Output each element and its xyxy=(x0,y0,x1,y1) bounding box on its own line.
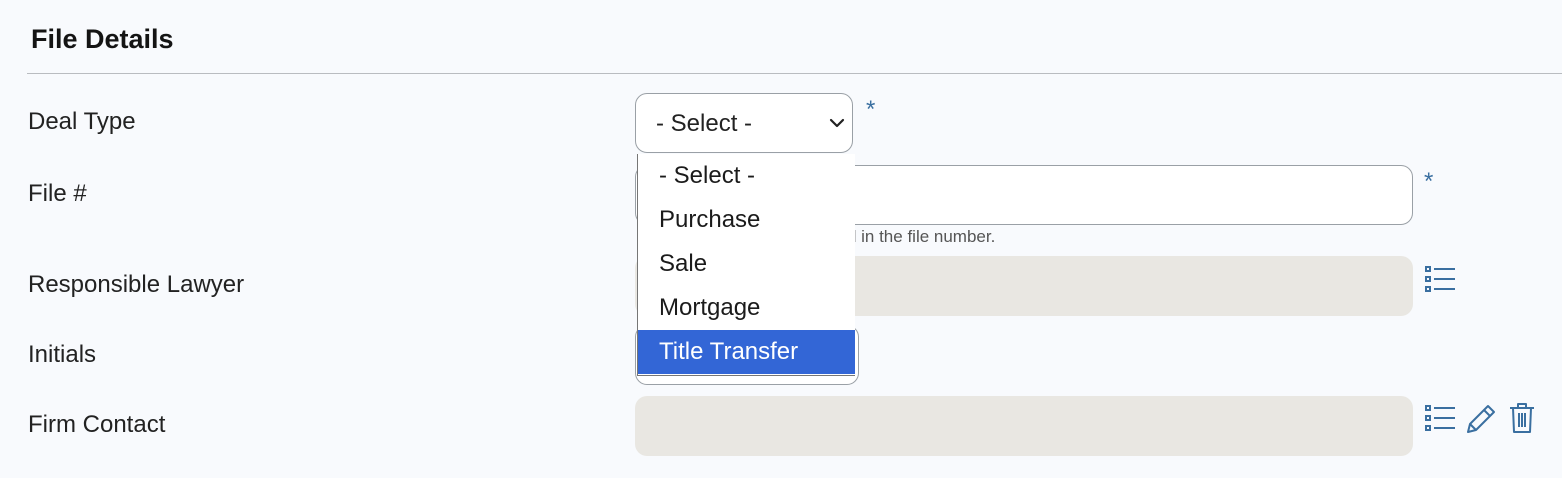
list-icon[interactable] xyxy=(1424,404,1456,432)
trash-icon[interactable] xyxy=(1508,402,1536,434)
file-number-required-marker: * xyxy=(1424,168,1434,195)
dropdown-option-select[interactable]: - Select - xyxy=(638,154,855,198)
pencil-icon[interactable] xyxy=(1464,402,1498,434)
deal-type-dropdown-list: - Select - Purchase Sale Mortgage Title … xyxy=(637,154,855,376)
initials-label: Initials xyxy=(28,341,97,368)
firm-contact-field xyxy=(635,396,1413,456)
chevron-down-icon xyxy=(829,118,845,128)
dropdown-option-mortgage[interactable]: Mortgage xyxy=(638,286,855,330)
deal-type-select-value: - Select - xyxy=(656,110,753,137)
section-divider xyxy=(27,73,1562,74)
firm-contact-label: Firm Contact xyxy=(28,411,166,438)
deal-type-select[interactable]: - Select - xyxy=(635,93,853,153)
responsible-lawyer-label: Responsible Lawyer xyxy=(28,271,245,298)
dropdown-option-purchase[interactable]: Purchase xyxy=(638,198,855,242)
list-icon[interactable] xyxy=(1424,265,1456,293)
dropdown-option-sale[interactable]: Sale xyxy=(638,242,855,286)
deal-type-required-marker: * xyxy=(866,96,876,123)
section-title: File Details xyxy=(31,24,174,54)
dropdown-option-title-transfer[interactable]: Title Transfer xyxy=(638,330,855,374)
file-number-label: File # xyxy=(28,180,87,207)
deal-type-label: Deal Type xyxy=(28,108,136,135)
